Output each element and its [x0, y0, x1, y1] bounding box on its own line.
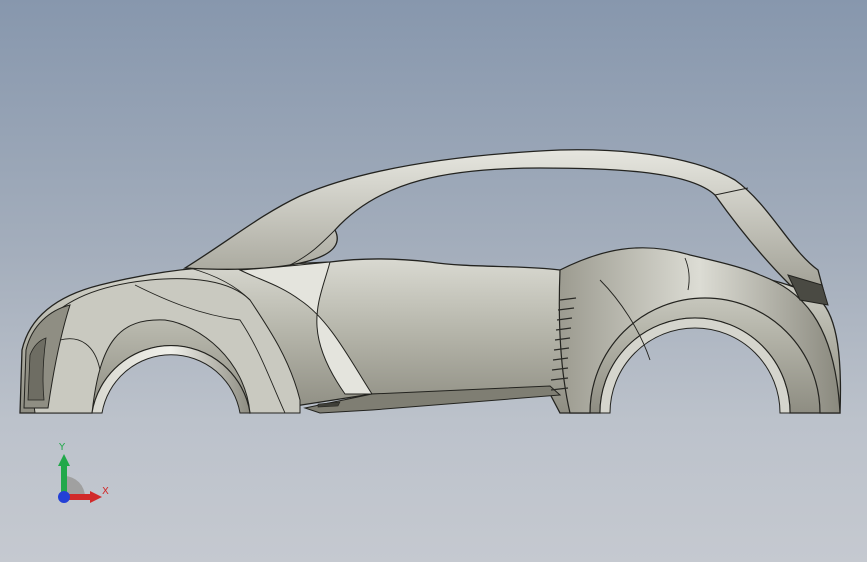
x-axis-arrowhead [90, 491, 102, 503]
x-axis-label: X [102, 486, 109, 497]
axis-triad-graphic [58, 454, 102, 503]
graphics-viewport[interactable]: Y X [0, 0, 867, 562]
y-axis-label: Y [59, 442, 66, 453]
y-axis-arrow [61, 462, 67, 496]
car-body-model[interactable] [0, 0, 867, 562]
z-axis-dot [58, 491, 70, 503]
axis-triad: Y X [40, 440, 120, 510]
sill-slot [317, 401, 341, 408]
y-axis-arrowhead [58, 454, 70, 466]
